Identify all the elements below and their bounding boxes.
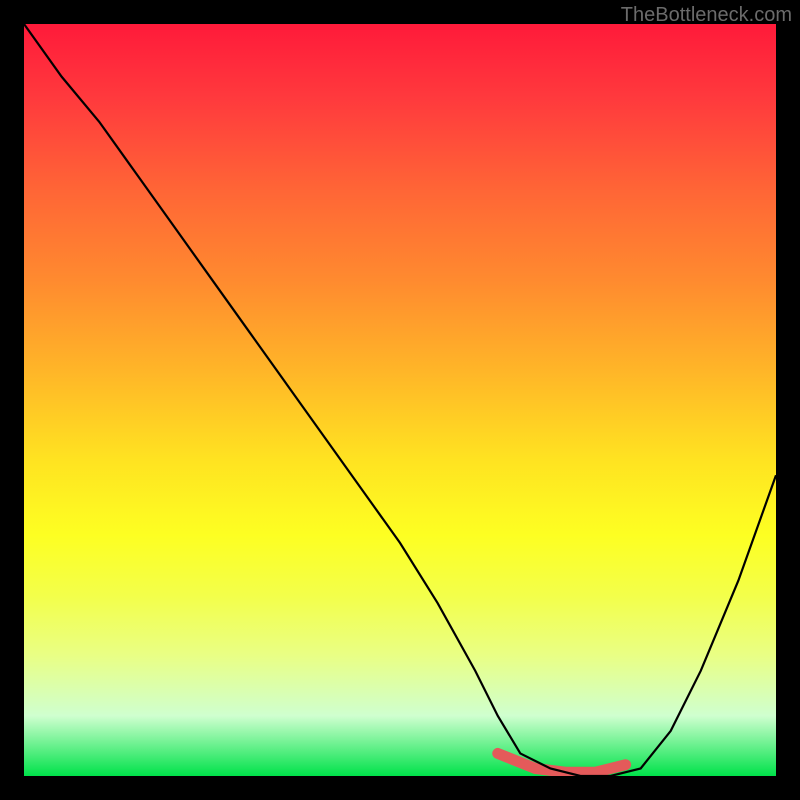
chart-container: TheBottleneck.com — [0, 0, 800, 800]
plot-area — [24, 24, 776, 776]
watermark-text: TheBottleneck.com — [621, 4, 792, 27]
curve-svg — [24, 24, 776, 776]
main-curve — [24, 24, 776, 776]
accent-segment — [498, 753, 626, 772]
